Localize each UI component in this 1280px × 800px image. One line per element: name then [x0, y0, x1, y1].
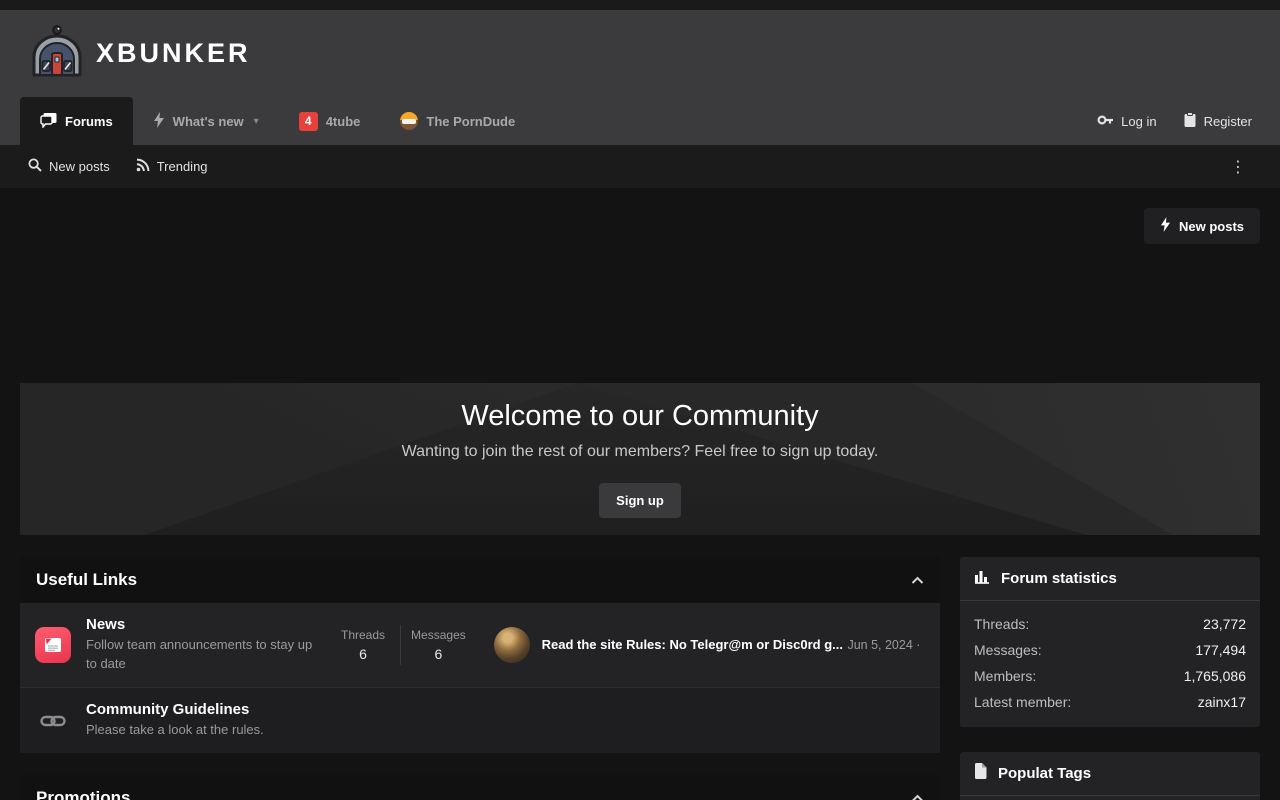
node-news-title[interactable]: News [86, 616, 326, 633]
forum-statistics-header: Forum statistics [960, 557, 1260, 601]
stat-row-members: Members: 1,765,086 [974, 663, 1246, 689]
register-link[interactable]: Register [1183, 112, 1252, 131]
brand-name: XBUNKER [96, 38, 251, 69]
threads-stat: Threads 6 [326, 628, 400, 662]
rss-icon [136, 158, 150, 175]
login-label: Log in [1121, 114, 1156, 129]
node-guidelines-title[interactable]: Community Guidelines [86, 701, 264, 718]
chevron-down-icon: ▾ [254, 116, 259, 127]
popular-tags-title: Populat Tags [998, 765, 1091, 782]
clipboard-icon [1183, 112, 1197, 131]
page-content: New posts Welcome to our Community Wanti… [0, 188, 1280, 800]
bar-chart-icon [974, 569, 990, 589]
forum-statistics-card: Forum statistics Threads: 23,772 Message… [960, 557, 1260, 727]
threads-value: 6 [326, 646, 400, 662]
tab-4tube-label: 4tube [326, 114, 361, 129]
link-icon [35, 703, 71, 739]
tab-whats-new[interactable]: What's new ▾ [133, 97, 279, 145]
login-link[interactable]: Log in [1097, 113, 1156, 130]
stat-row-threads: Threads: 23,772 [974, 611, 1246, 637]
forum-node-news[interactable]: News Follow team announcements to stay u… [20, 603, 940, 688]
welcome-banner: Welcome to our Community Wanting to join… [20, 383, 1260, 535]
popular-tags-header: Populat Tags [960, 752, 1260, 796]
forum-node-guidelines[interactable]: Community Guidelines Please take a look … [20, 688, 940, 753]
subnav-new-posts-label: New posts [49, 159, 110, 174]
subnav-new-posts[interactable]: New posts [28, 158, 110, 175]
site-logo[interactable]: XBUNKER [30, 25, 251, 82]
messages-value: 6 [401, 646, 475, 662]
primary-nav: Forums What's new ▾ 4 4tube The PornDude… [0, 97, 1280, 145]
stat-value[interactable]: zainx17 [1198, 694, 1246, 710]
popular-tags-card: Populat Tags [960, 752, 1260, 800]
avatar[interactable] [494, 627, 530, 663]
forums-bubbles-icon [40, 112, 57, 131]
tab-porndude-label: The PornDude [426, 114, 515, 129]
new-posts-button[interactable]: New posts [1144, 208, 1260, 244]
sidebar: Forum statistics Threads: 23,772 Message… [960, 557, 1260, 800]
sign-up-button[interactable]: Sign up [599, 483, 681, 518]
threads-label: Threads [326, 628, 400, 642]
search-icon [28, 158, 42, 175]
stat-value: 23,772 [1203, 616, 1246, 632]
auth-links: Log in Register [1097, 97, 1260, 145]
stat-label: Members: [974, 668, 1036, 684]
bunker-logo-icon [30, 25, 84, 82]
stat-value: 1,765,086 [1184, 668, 1246, 684]
news-icon [35, 627, 71, 663]
lightning-icon [1160, 217, 1171, 235]
collapse-chevron-icon[interactable] [911, 576, 924, 585]
stat-label: Latest member: [974, 694, 1071, 710]
latest-post-meta: Jun 5, 2024 · ... [847, 638, 925, 652]
site-header: XBUNKER [0, 10, 1280, 97]
stat-row-messages: Messages: 177,494 [974, 637, 1246, 663]
new-posts-button-label: New posts [1179, 219, 1244, 234]
stat-row-latest-member: Latest member: zainx17 [974, 689, 1246, 715]
node-guidelines-text: Community Guidelines Please take a look … [86, 701, 264, 740]
file-icon [974, 763, 987, 784]
forum-statistics-title: Forum statistics [1001, 570, 1117, 587]
node-guidelines-description: Please take a look at the rules. [86, 721, 264, 740]
stat-label: Messages: [974, 642, 1042, 658]
top-strip [0, 0, 1280, 10]
stat-value: 177,494 [1195, 642, 1246, 658]
more-options-icon[interactable]: ⋮ [1224, 157, 1252, 177]
register-label: Register [1204, 114, 1252, 129]
node-news-text: News Follow team announcements to stay u… [86, 616, 326, 674]
latest-post-title[interactable]: Read the site Rules: No Telegr@m or Disc… [542, 637, 843, 652]
subnav-trending[interactable]: Trending [136, 158, 208, 175]
latest-post: Read the site Rules: No Telegr@m or Disc… [494, 627, 925, 663]
messages-label: Messages [401, 628, 475, 642]
collapse-chevron-icon[interactable] [911, 794, 924, 800]
main-column: Useful Links News Follow team announceme… [20, 557, 940, 800]
node-news-description: Follow team announcements to stay up to … [86, 636, 326, 674]
4tube-icon: 4 [299, 112, 318, 131]
promotions-title: Promotions [36, 788, 130, 800]
tab-forums[interactable]: Forums [20, 97, 133, 145]
lightning-icon [153, 112, 165, 131]
tab-4tube[interactable]: 4 4tube [279, 97, 381, 145]
useful-links-header: Useful Links [20, 557, 940, 603]
promotions-header: Promotions [20, 775, 940, 800]
banner-title: Welcome to our Community [461, 400, 818, 433]
latest-post-text: Read the site Rules: No Telegr@m or Disc… [542, 636, 925, 654]
tab-whats-new-label: What's new [173, 114, 244, 129]
tab-forums-label: Forums [65, 114, 113, 129]
porndude-icon [400, 112, 418, 130]
key-icon [1097, 113, 1114, 130]
messages-stat: Messages 6 [401, 628, 475, 662]
tab-porndude[interactable]: The PornDude [380, 97, 535, 145]
statistics-list: Threads: 23,772 Messages: 177,494 Member… [960, 601, 1260, 727]
useful-links-title: Useful Links [36, 570, 137, 590]
banner-subtitle: Wanting to join the rest of our members?… [402, 443, 879, 461]
stat-label: Threads: [974, 616, 1029, 632]
secondary-nav: New posts Trending ⋮ [0, 145, 1280, 188]
subnav-trending-label: Trending [157, 159, 208, 174]
